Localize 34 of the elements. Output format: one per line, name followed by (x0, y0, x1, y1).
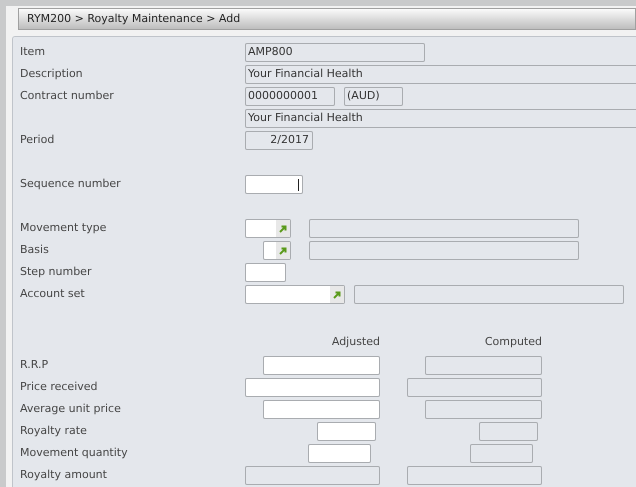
field-label: Price received (20, 380, 98, 393)
input-field[interactable] (263, 241, 291, 260)
arrow-icon (279, 246, 287, 254)
field-label: Contract number (20, 89, 114, 102)
lookup-button[interactable] (276, 242, 290, 259)
field-label: R.R.P (20, 358, 48, 371)
input-field[interactable] (245, 263, 286, 282)
field-label: Movement type (20, 221, 106, 234)
field-label: Account set (20, 287, 85, 300)
input-field[interactable] (245, 175, 303, 194)
input-field[interactable] (263, 356, 380, 375)
input-field[interactable] (245, 285, 345, 304)
arrow-icon (333, 290, 341, 298)
field-label: Royalty rate (20, 424, 87, 437)
lookup-button[interactable] (330, 286, 344, 303)
field-label: Item (20, 45, 46, 58)
breadcrumb-text: RYM200 > Royalty Maintenance > Add (27, 10, 240, 27)
field-label: Royalty amount (20, 468, 107, 481)
input-field[interactable] (317, 422, 376, 441)
field-label: Period (20, 133, 54, 146)
lookup-button[interactable] (276, 220, 290, 237)
field-label: Description (20, 67, 83, 80)
input-field[interactable] (245, 378, 380, 397)
input-field[interactable] (263, 400, 380, 419)
column-heading: Adjusted (332, 335, 380, 348)
field-label: Sequence number (20, 177, 121, 190)
input-field[interactable] (245, 219, 291, 238)
field-label: Basis (20, 243, 49, 256)
input-field[interactable] (308, 444, 371, 463)
field-label: Movement quantity (20, 446, 128, 459)
arrow-icon (279, 224, 287, 232)
field-label: Average unit price (20, 402, 121, 415)
column-heading: Computed (484, 335, 542, 348)
field-label: Step number (20, 265, 92, 278)
